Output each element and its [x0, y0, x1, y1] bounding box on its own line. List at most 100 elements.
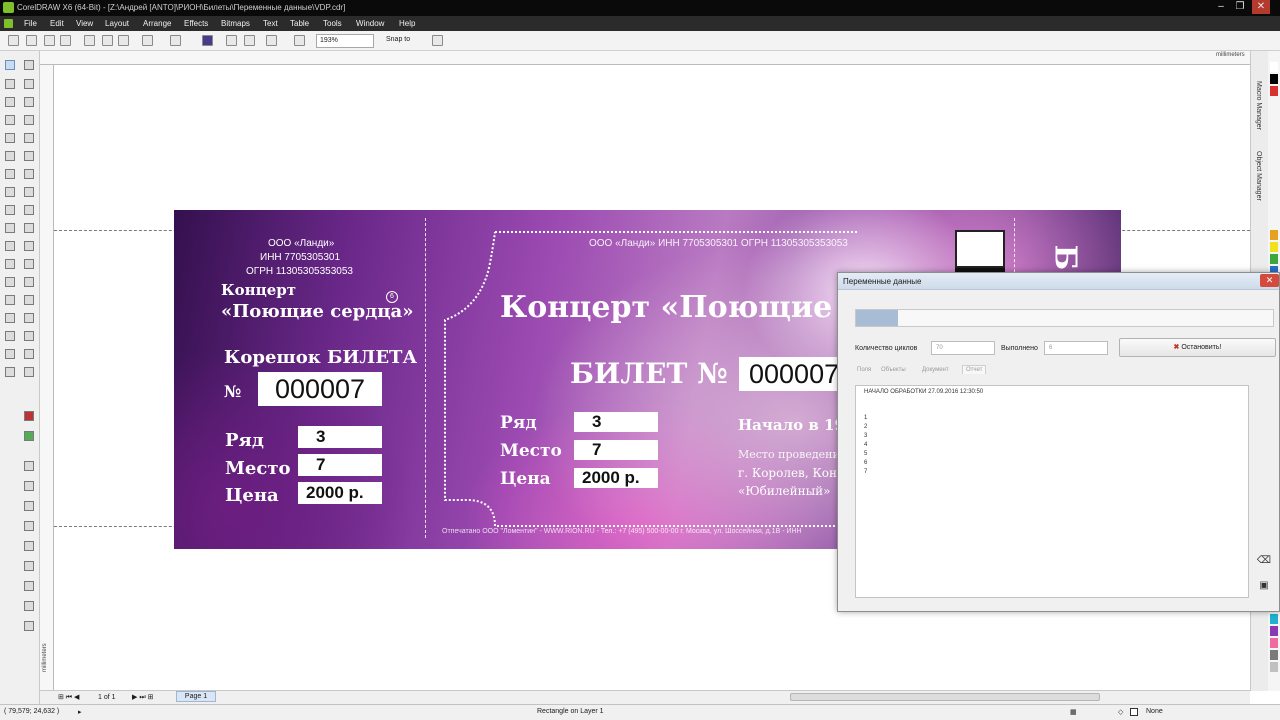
swatch[interactable] [1270, 242, 1278, 252]
grid-icon[interactable] [24, 79, 34, 89]
shape-tool-icon[interactable] [5, 79, 15, 89]
page-tab[interactable]: Page 1 [176, 691, 216, 702]
trim-icon[interactable] [24, 259, 34, 269]
swatch[interactable] [1270, 614, 1278, 624]
connector-tool-icon[interactable] [5, 277, 15, 287]
menu-layout[interactable]: Layout [105, 17, 129, 30]
weld-icon[interactable] [24, 241, 34, 251]
color-icon[interactable] [24, 187, 34, 197]
docker-tab-macro-manager[interactable]: Macro Manager [1255, 81, 1262, 130]
zoom-level-combo[interactable]: 193% [316, 34, 374, 48]
swatch[interactable] [1270, 62, 1278, 72]
import-icon[interactable] [202, 35, 213, 46]
align-icon[interactable] [24, 97, 34, 107]
crop-tool-icon[interactable] [5, 97, 15, 107]
node-edit-icon[interactable] [24, 60, 34, 70]
transparency-tool-icon[interactable] [5, 313, 15, 323]
distribute-icon[interactable] [24, 115, 34, 125]
menu-arrange[interactable]: Arrange [143, 17, 171, 30]
done-field[interactable]: 6 [1044, 341, 1108, 355]
swatch[interactable] [1270, 650, 1278, 660]
stop-button[interactable]: ✖ Остановить! [1119, 338, 1276, 357]
brush-icon[interactable] [24, 541, 34, 551]
cycles-field[interactable]: 70 [931, 341, 995, 355]
vertical-ruler[interactable] [40, 65, 54, 690]
clear-log-icon[interactable]: ⌫ [1256, 553, 1272, 569]
report-log[interactable]: НАЧАЛО ОБРАБОТКИ 27.09.2016 12:30:50 1 2… [855, 385, 1249, 598]
dialog-title-bar[interactable]: Переменные данные ✕ [838, 273, 1279, 290]
menu-help[interactable]: Help [399, 17, 415, 30]
docker-tab-object-manager[interactable]: Object Manager [1255, 151, 1262, 201]
outline-pen-icon[interactable] [5, 349, 15, 359]
export-icon[interactable] [226, 35, 237, 46]
swatch[interactable] [1270, 662, 1278, 672]
menu-tools[interactable]: Tools [323, 17, 342, 30]
ellipse-tool-icon[interactable] [5, 187, 15, 197]
next-page-icon[interactable]: ▶ ⏭ ⊞ [132, 693, 153, 702]
swatch[interactable] [1270, 254, 1278, 264]
print-icon[interactable] [60, 35, 71, 46]
menu-effects[interactable]: Effects [184, 17, 208, 30]
save-icon[interactable] [44, 35, 55, 46]
eyedropper-tool-icon[interactable] [5, 331, 15, 341]
first-page-icon[interactable]: ⊞ ⏮ ◀ [58, 693, 79, 702]
dialog-close-button[interactable]: ✕ [1260, 274, 1279, 287]
restore-button[interactable]: ❐ [1231, 0, 1249, 14]
object-icon[interactable] [24, 205, 34, 215]
minimize-button[interactable]: – [1212, 0, 1230, 14]
rectangle-tool-icon[interactable] [5, 169, 15, 179]
transform-icon[interactable] [24, 561, 34, 571]
close-button[interactable]: ✕ [1252, 0, 1270, 14]
barcode-icon[interactable] [24, 169, 34, 179]
menu-edit[interactable]: Edit [50, 17, 64, 30]
redo-icon[interactable] [170, 35, 181, 46]
menu-text[interactable]: Text [263, 17, 278, 30]
expand-icon[interactable]: ▸ [78, 708, 82, 716]
arrow-icon[interactable] [24, 133, 34, 143]
save-log-icon[interactable]: ▣ [1256, 578, 1272, 594]
swatch[interactable] [1270, 74, 1278, 84]
dimension-tool-icon[interactable] [5, 259, 15, 269]
properties-icon[interactable] [24, 501, 34, 511]
menu-window[interactable]: Window [356, 17, 384, 30]
lines-icon[interactable] [24, 367, 34, 377]
blend-tool-icon[interactable] [5, 295, 15, 305]
swatch[interactable] [1270, 230, 1278, 240]
settings-icon[interactable] [24, 621, 34, 631]
copy-icon[interactable] [102, 35, 113, 46]
star-icon[interactable] [24, 349, 34, 359]
pen-icon[interactable] [24, 521, 34, 531]
tab-document[interactable]: Документ [922, 367, 949, 373]
pick-tool-icon[interactable] [5, 60, 15, 70]
publish-pdf-icon[interactable] [244, 35, 255, 46]
freehand-tool-icon[interactable] [5, 133, 15, 143]
docker-icon[interactable] [24, 601, 34, 611]
fill-tool-icon[interactable] [5, 367, 15, 377]
menu-table[interactable]: Table [290, 17, 309, 30]
tab-report[interactable]: Отчет [962, 365, 987, 374]
tab-fields[interactable]: Поля [857, 367, 871, 373]
lock-icon[interactable] [24, 331, 34, 341]
flag-icon[interactable] [24, 411, 34, 421]
intersect-icon[interactable] [24, 277, 34, 287]
horizontal-ruler[interactable] [40, 51, 1250, 65]
new-document-icon[interactable] [8, 35, 19, 46]
refresh-icon[interactable] [24, 431, 34, 441]
welcome-screen-icon[interactable] [294, 35, 305, 46]
script-icon[interactable] [24, 461, 34, 471]
text-tool-icon[interactable] [5, 223, 15, 233]
checkmark-icon[interactable] [24, 151, 34, 161]
table-tool-icon[interactable] [5, 241, 15, 251]
paste-icon[interactable] [118, 35, 129, 46]
layer-icon[interactable] [24, 223, 34, 233]
smart-fill-icon[interactable] [5, 151, 15, 161]
combine-icon[interactable] [24, 295, 34, 305]
horizontal-scrollbar[interactable] [790, 693, 1100, 701]
application-launcher-icon[interactable] [266, 35, 277, 46]
cut-icon[interactable] [84, 35, 95, 46]
menu-file[interactable]: File [24, 17, 37, 30]
snap-to-dropdown[interactable]: Snap to [386, 36, 410, 43]
swatch[interactable] [1270, 86, 1278, 96]
menu-view[interactable]: View [76, 17, 93, 30]
zoom-tool-icon[interactable] [5, 115, 15, 125]
